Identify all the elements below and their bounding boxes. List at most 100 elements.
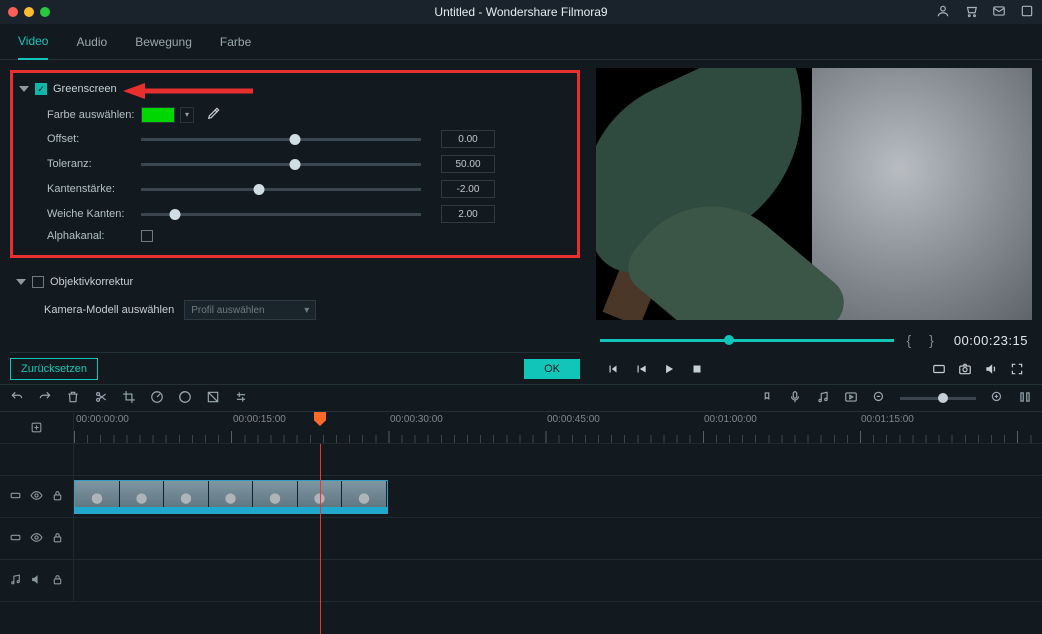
tolerance-label: Toleranz: <box>47 158 141 170</box>
track-mute-icon[interactable] <box>30 573 43 589</box>
crop-icon[interactable] <box>122 390 136 407</box>
track-lock-icon[interactable] <box>51 573 64 589</box>
feather-value[interactable]: 2.00 <box>441 205 495 223</box>
key-color-dropdown[interactable]: ▾ <box>180 107 194 123</box>
reset-button[interactable]: Zurücksetzen <box>10 358 98 380</box>
greenscreen-icon[interactable] <box>206 390 220 407</box>
mark-in-icon[interactable]: { <box>900 332 917 348</box>
close-window-button[interactable] <box>8 7 18 17</box>
mixer-icon[interactable] <box>816 390 830 407</box>
playhead-line <box>320 444 321 634</box>
ruler-time-2: 00:00:30:00 <box>390 414 443 425</box>
add-track-button[interactable] <box>0 412 74 443</box>
timeline-toolbar <box>0 384 1042 412</box>
playhead-handle[interactable] <box>314 412 326 426</box>
collapse-icon[interactable] <box>19 86 29 92</box>
account-icon[interactable] <box>936 4 950 21</box>
tab-video[interactable]: Video <box>18 24 48 60</box>
offset-value[interactable]: 0.00 <box>441 130 495 148</box>
delete-icon[interactable] <box>66 390 80 407</box>
chevron-down-icon: ▾ <box>304 305 309 316</box>
timeline: 00:00:00:00 00:00:15:00 00:00:30:00 00:0… <box>0 412 1042 634</box>
edge-thickness-slider[interactable] <box>141 188 421 191</box>
track-link-icon[interactable] <box>9 531 22 547</box>
key-color-swatch[interactable] <box>141 107 175 123</box>
edge-thickness-label: Kantenstärke: <box>47 183 141 195</box>
track-music-icon[interactable] <box>9 573 22 589</box>
annotation-arrow <box>123 79 253 106</box>
zoom-in-icon[interactable] <box>990 390 1004 407</box>
marker-icon[interactable] <box>760 390 774 407</box>
window-title: Untitled - Wondershare Filmora9 <box>434 5 607 19</box>
speed-icon[interactable] <box>150 390 164 407</box>
more-icon[interactable] <box>1020 4 1034 21</box>
timeline-settings-icon[interactable] <box>1018 390 1032 407</box>
titlebar: Untitled - Wondershare Filmora9 <box>0 0 1042 24</box>
track-lock-icon[interactable] <box>51 531 64 547</box>
maximize-window-button[interactable] <box>40 7 50 17</box>
preview-timecode: 00:00:23:15 <box>954 333 1028 348</box>
mark-out-icon[interactable]: } <box>923 332 940 348</box>
ruler-time-3: 00:00:45:00 <box>547 414 600 425</box>
feather-slider[interactable] <box>141 213 421 216</box>
track-visibility-icon[interactable] <box>30 531 43 547</box>
track-visibility-icon[interactable] <box>30 489 43 505</box>
mail-icon[interactable] <box>992 4 1006 21</box>
greenscreen-title: Greenscreen <box>53 83 117 95</box>
tolerance-slider[interactable] <box>141 163 421 166</box>
timeline-ruler[interactable]: 00:00:00:00 00:00:15:00 00:00:30:00 00:0… <box>74 412 1042 443</box>
minimize-window-button[interactable] <box>24 7 34 17</box>
greenscreen-enable-checkbox[interactable] <box>35 83 47 95</box>
camera-profile-placeholder: Profil auswählen <box>191 305 264 316</box>
redo-icon[interactable] <box>38 390 52 407</box>
lens-correction-title: Objektivkorrektur <box>50 276 133 288</box>
lens-correction-enable-checkbox[interactable] <box>32 276 44 288</box>
volume-icon[interactable] <box>984 362 998 379</box>
video-track-1 <box>0 476 1042 518</box>
stop-icon[interactable] <box>690 362 704 379</box>
color-icon[interactable] <box>178 390 192 407</box>
split-icon[interactable] <box>94 390 108 407</box>
tolerance-value[interactable]: 50.00 <box>441 155 495 173</box>
tab-motion[interactable]: Bewegung <box>135 25 192 59</box>
cart-icon[interactable] <box>964 4 978 21</box>
video-preview[interactable] <box>596 68 1032 320</box>
quality-icon[interactable] <box>932 362 946 379</box>
video-clip[interactable] <box>74 480 388 514</box>
offset-label: Offset: <box>47 133 141 145</box>
alpha-channel-label: Alphakanal: <box>47 230 141 242</box>
window-controls <box>8 7 50 17</box>
undo-icon[interactable] <box>10 390 24 407</box>
ruler-time-1: 00:00:15:00 <box>233 414 286 425</box>
render-icon[interactable] <box>844 390 858 407</box>
annotation-highlight-box: Greenscreen Farbe auswählen: ▾ Offset: <box>10 70 580 258</box>
fullscreen-icon[interactable] <box>1010 362 1024 379</box>
camera-model-label: Kamera-Modell auswählen <box>44 304 174 316</box>
adjust-icon[interactable] <box>234 390 248 407</box>
alpha-channel-checkbox[interactable] <box>141 230 153 242</box>
prev-frame-icon[interactable] <box>606 362 620 379</box>
offset-slider[interactable] <box>141 138 421 141</box>
timeline-zoom-slider[interactable] <box>900 397 976 400</box>
ok-button[interactable]: OK <box>524 359 580 379</box>
record-voice-icon[interactable] <box>788 390 802 407</box>
preview-seek-bar[interactable] <box>600 339 894 342</box>
preview-panel: { } 00:00:23:15 <box>590 60 1042 384</box>
play-icon[interactable] <box>662 362 676 379</box>
edge-thickness-value[interactable]: -2.00 <box>441 180 495 198</box>
ruler-time-5: 00:01:15:00 <box>861 414 914 425</box>
zoom-out-icon[interactable] <box>872 390 886 407</box>
eyedropper-icon[interactable] <box>207 106 221 123</box>
tab-audio[interactable]: Audio <box>76 25 107 59</box>
track-lock-icon[interactable] <box>51 489 64 505</box>
camera-profile-select[interactable]: Profil auswählen ▾ <box>184 300 316 320</box>
collapse-icon[interactable] <box>16 279 26 285</box>
tab-color[interactable]: Farbe <box>220 25 251 59</box>
ruler-time-0: 00:00:00:00 <box>76 414 129 425</box>
snapshot-icon[interactable] <box>958 362 972 379</box>
step-back-icon[interactable] <box>634 362 648 379</box>
select-color-label: Farbe auswählen: <box>47 109 141 121</box>
feather-label: Weiche Kanten: <box>47 208 141 220</box>
track-link-icon[interactable] <box>9 489 22 505</box>
ruler-time-4: 00:01:00:00 <box>704 414 757 425</box>
